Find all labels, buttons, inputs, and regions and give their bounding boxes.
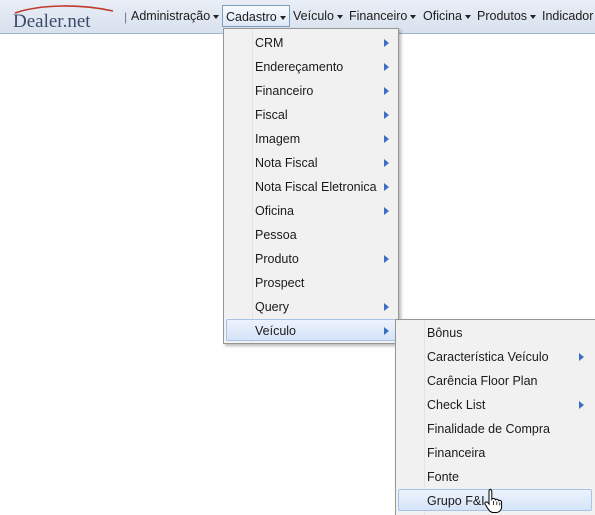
submenu-arrow-icon xyxy=(384,207,389,215)
menu-item-label: Prospect xyxy=(255,276,305,290)
menu-item-carencia-floor-plan[interactable]: Carência Floor Plan xyxy=(398,370,592,392)
submenu-arrow-icon xyxy=(384,183,389,191)
menu-label: Financeiro xyxy=(349,9,408,23)
menu-label: Produtos xyxy=(477,9,528,23)
menu-item-prospect[interactable]: Prospect xyxy=(226,272,396,294)
menu-label: Cadastro xyxy=(226,10,277,24)
logo-text: Dealer.net xyxy=(13,11,91,32)
menu-item-financeira[interactable]: Financeira xyxy=(398,442,592,464)
menu-item-veiculo[interactable]: Veículo xyxy=(226,319,396,341)
menu-item-label: Financeiro xyxy=(255,84,314,98)
menu-item-enderecamento[interactable]: Endereçamento xyxy=(226,56,396,78)
submenu-arrow-icon xyxy=(384,39,389,47)
menu-item-finalidade-de-compra[interactable]: Finalidade de Compra xyxy=(398,418,592,440)
submenu-arrow-icon xyxy=(579,353,584,361)
submenu-arrow-icon xyxy=(384,87,389,95)
menu-item-label: Produto xyxy=(255,252,299,266)
veiculo-submenu: Bônus Característica Veículo Carência Fl… xyxy=(395,319,595,515)
submenu-arrow-icon xyxy=(384,63,389,71)
menu-item-label: CRM xyxy=(255,36,284,50)
menu-item-crm[interactable]: CRM xyxy=(226,32,396,54)
menu-item-imagem[interactable]: Imagem xyxy=(226,128,396,150)
menu-item-label: Nota Fiscal Eletronica xyxy=(255,180,377,194)
menu-cadastro[interactable]: Cadastro xyxy=(222,5,290,27)
menu-label: Administração xyxy=(131,9,211,23)
caret-down-icon xyxy=(337,14,344,19)
submenu-arrow-icon xyxy=(579,401,584,409)
menu-item-nota-fiscal[interactable]: Nota Fiscal xyxy=(226,152,396,174)
submenu-arrow-icon xyxy=(384,255,389,263)
menu-item-label: Carência Floor Plan xyxy=(427,374,538,388)
menu-item-label: Oficina xyxy=(255,204,294,218)
menu-item-oficina[interactable]: Oficina xyxy=(226,200,396,222)
menu-item-label: Query xyxy=(255,300,290,314)
submenu-arrow-icon xyxy=(384,159,389,167)
menu-item-fiscal[interactable]: Fiscal xyxy=(226,104,396,126)
menu-item-label: Check List xyxy=(427,398,486,412)
menu-veiculo[interactable]: Veículo xyxy=(290,5,346,27)
menu-item-label: Endereçamento xyxy=(255,60,344,74)
dealer-net-logo[interactable]: Dealer.net xyxy=(11,5,117,32)
menu-item-nota-fiscal-eletronica[interactable]: Nota Fiscal Eletronica xyxy=(226,176,396,198)
submenu-arrow-icon xyxy=(384,327,389,335)
menu-item-label: Característica Veículo xyxy=(427,350,549,364)
caret-down-icon xyxy=(279,15,286,20)
menu-item-label: Pessoa xyxy=(255,228,297,242)
menu-item-label: Financeira xyxy=(427,446,486,460)
submenu-arrow-icon xyxy=(384,135,389,143)
menu-item-label: Veículo xyxy=(255,324,297,338)
menu-separator: | xyxy=(124,10,128,24)
cadastro-dropdown: CRM Endereçamento Financeiro Fiscal Imag… xyxy=(223,28,399,344)
menu-item-label: Grupo F&I xyxy=(427,494,485,508)
caret-down-icon xyxy=(410,14,417,19)
menu-item-bonus[interactable]: Bônus xyxy=(398,322,592,344)
caret-down-icon xyxy=(213,14,220,19)
menu-label: Oficina xyxy=(423,9,462,23)
menu-label: Indicador xyxy=(542,9,594,23)
menu-oficina[interactable]: Oficina xyxy=(420,5,474,27)
menu-financeiro[interactable]: Financeiro xyxy=(346,5,419,27)
menu-item-query[interactable]: Query xyxy=(226,296,396,318)
hand-pointer-icon xyxy=(484,488,503,513)
submenu-arrow-icon xyxy=(384,303,389,311)
caret-down-icon xyxy=(464,14,471,19)
menu-item-label: Fiscal xyxy=(255,108,288,122)
menu-item-label: Bônus xyxy=(427,326,463,340)
menu-item-produto[interactable]: Produto xyxy=(226,248,396,270)
menu-item-pessoa[interactable]: Pessoa xyxy=(226,224,396,246)
menu-item-caracteristica-veiculo[interactable]: Característica Veículo xyxy=(398,346,592,368)
menu-item-fonte[interactable]: Fonte xyxy=(398,466,592,488)
menu-item-label: Nota Fiscal xyxy=(255,156,318,170)
menu-item-financeiro[interactable]: Financeiro xyxy=(226,80,396,102)
menu-item-label: Finalidade de Compra xyxy=(427,422,550,436)
menu-item-label: Imagem xyxy=(255,132,301,146)
menu-item-check-list[interactable]: Check List xyxy=(398,394,592,416)
menu-administracao[interactable]: Administração xyxy=(128,5,222,27)
menu-label: Veículo xyxy=(293,9,335,23)
menu-indicador[interactable]: Indicador xyxy=(539,5,595,27)
menu-produtos[interactable]: Produtos xyxy=(474,5,539,27)
menu-item-label: Fonte xyxy=(427,470,459,484)
caret-down-icon xyxy=(530,14,537,19)
submenu-arrow-icon xyxy=(384,111,389,119)
